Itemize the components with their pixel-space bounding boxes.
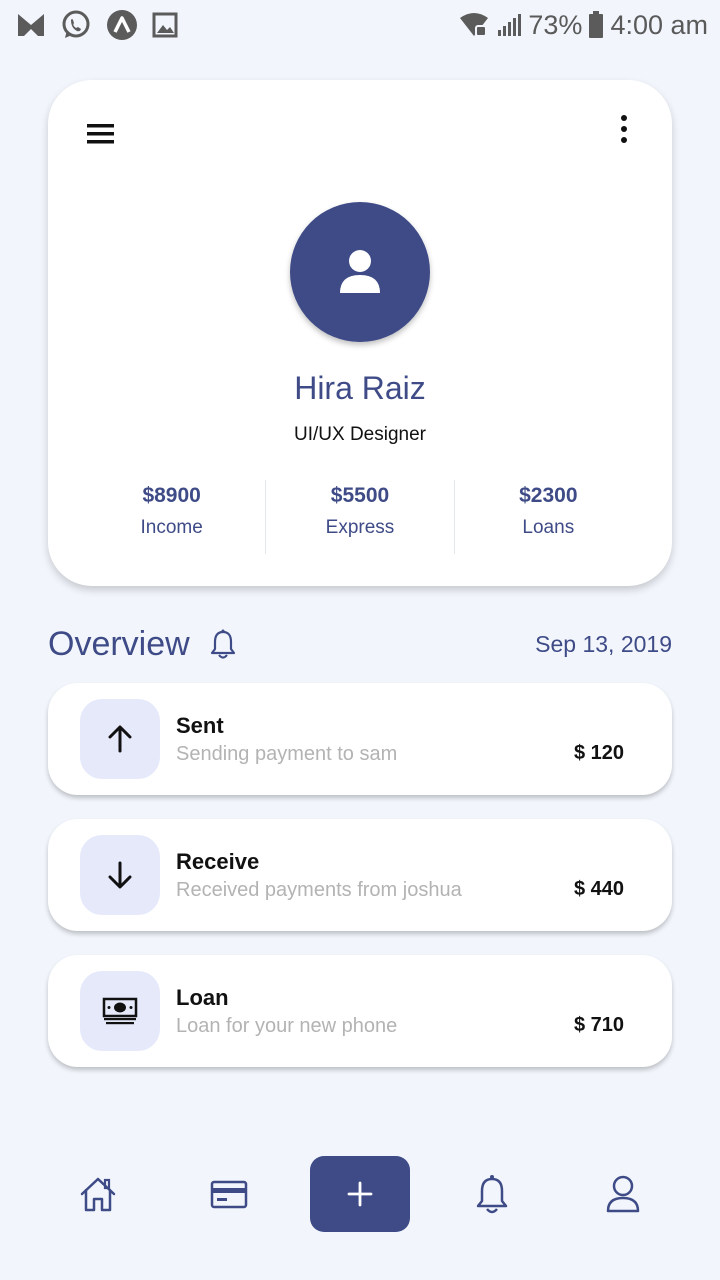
wifi-icon — [458, 12, 490, 38]
signal-icon — [496, 12, 522, 38]
tx-icon-tile — [80, 699, 160, 779]
tx-icon-tile — [80, 835, 160, 915]
tx-amount: $ 120 — [573, 742, 624, 764]
arrow-up-icon — [108, 725, 132, 753]
stat-income: $8900 Income — [78, 480, 265, 554]
profile-card: Hira Raiz UI/UX Designer $8900 Income $5… — [48, 80, 672, 586]
person-icon — [340, 250, 380, 293]
money-icon — [102, 997, 138, 1025]
tx-title: Sent — [176, 713, 224, 738]
battery-icon — [588, 11, 604, 39]
status-left — [16, 9, 178, 41]
tx-amount: $ 440 — [573, 878, 624, 900]
app-icon — [106, 9, 138, 41]
profile-name: Hira Raiz — [294, 370, 426, 406]
overview-title: Overview — [48, 624, 190, 663]
overview-date: Sep 13, 2019 — [535, 630, 672, 657]
stat-label: Income — [140, 517, 203, 538]
home-icon[interactable] — [76, 1172, 120, 1216]
stat-label: Loans — [522, 517, 575, 538]
menu-icon[interactable] — [86, 122, 116, 146]
tx-amount: $ 710 — [573, 1014, 624, 1036]
arrow-down-icon — [108, 861, 132, 889]
stat-label: Express — [325, 517, 395, 538]
tx-subtitle: Loan for your new phone — [176, 1015, 398, 1037]
tx-title: Loan — [176, 985, 229, 1010]
stats-row: $8900 Income $5500 Express $2300 Loans — [78, 480, 642, 554]
card-icon[interactable] — [207, 1172, 251, 1216]
status-bar: 73% 4:00 am — [0, 0, 720, 50]
gallery-icon — [152, 12, 178, 38]
more-vert-icon[interactable] — [616, 114, 632, 144]
stat-value: $2300 — [519, 484, 578, 507]
tx-subtitle: Sending payment to sam — [176, 743, 398, 765]
tx-icon-tile — [80, 971, 160, 1051]
whatsapp-icon — [60, 9, 92, 41]
tx-title: Receive — [176, 849, 260, 874]
bell-icon[interactable] — [470, 1172, 514, 1216]
bell-icon[interactable] — [210, 629, 236, 659]
tx-subtitle: Received payments from joshua — [176, 879, 462, 901]
bottom-nav — [0, 1150, 720, 1240]
profile-role: UI/UX Designer — [294, 424, 426, 445]
plus-icon — [347, 1181, 373, 1207]
stat-loans: $2300 Loans — [453, 480, 642, 554]
mail-icon — [16, 12, 46, 38]
overview-header: Overview Sep 13, 2019 — [48, 622, 672, 666]
status-right: 73% 4:00 am — [458, 10, 708, 41]
transaction-sent[interactable]: Sent Sending payment to sam $ 120 — [48, 683, 672, 795]
clock: 4:00 am — [610, 9, 708, 40]
avatar[interactable] — [290, 202, 430, 342]
stat-value: $8900 — [142, 484, 201, 507]
stat-express: $5500 Express — [265, 480, 453, 554]
battery-percent: 73% — [528, 9, 583, 40]
stat-value: $5500 — [330, 484, 390, 507]
add-button[interactable] — [310, 1156, 410, 1232]
user-icon[interactable] — [601, 1172, 645, 1216]
transaction-receive[interactable]: Receive Received payments from joshua $ … — [48, 819, 672, 931]
transaction-loan[interactable]: Loan Loan for your new phone $ 710 — [48, 955, 672, 1067]
